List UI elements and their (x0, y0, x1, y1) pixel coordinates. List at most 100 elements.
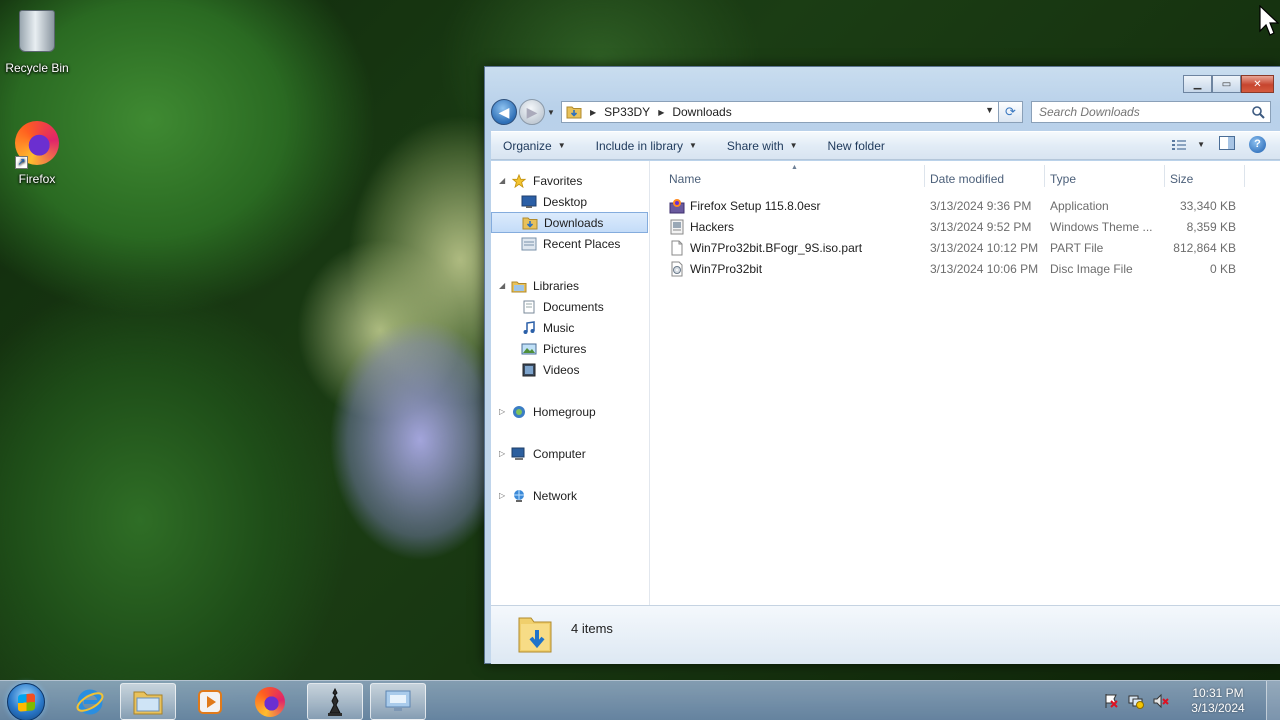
preview-pane-button[interactable] (1219, 136, 1235, 153)
taskbar-windows-explorer[interactable] (120, 683, 176, 720)
tree-item-homegroup[interactable]: ▷ Homegroup (491, 401, 649, 422)
taskbar-remote-desktop[interactable] (370, 683, 426, 720)
tree-item-favorites[interactable]: ◢ Favorites (491, 170, 649, 191)
breadcrumb-separator[interactable]: ▶ (658, 108, 664, 117)
column-divider[interactable] (1044, 165, 1045, 187)
column-header-size[interactable]: Size (1170, 166, 1193, 191)
taskbar-media-player[interactable] (182, 683, 238, 720)
help-icon[interactable]: ? (1249, 136, 1266, 153)
column-size-label: Size (1170, 171, 1194, 186)
address-dropdown-icon[interactable]: ▼ (985, 105, 994, 115)
include-in-library-button[interactable]: Include in library ▼ (596, 139, 697, 153)
column-header-name[interactable]: Name ▲ (669, 164, 924, 191)
tree-item-network[interactable]: ▷ Network (491, 485, 649, 506)
organize-label: Organize (503, 138, 552, 153)
theme-file-icon (670, 219, 684, 235)
file-size: 0 KB (1209, 262, 1236, 276)
shortcut-arrow-icon: ↗ (15, 156, 28, 169)
taskbar-chess[interactable] (307, 683, 363, 720)
tree-item-desktop[interactable]: Desktop (491, 191, 649, 212)
file-row[interactable]: Win7Pro32bit.BFogr_9S.iso.part 3/13/2024… (669, 237, 1280, 258)
tree-item-label: Desktop (543, 194, 588, 209)
minimize-button[interactable]: ▁ (1183, 75, 1212, 93)
taskbar-firefox[interactable] (242, 683, 298, 720)
share-with-label: Share with (726, 138, 784, 153)
chess-piece-icon (328, 687, 342, 716)
action-center-flag-icon[interactable] (1103, 693, 1119, 709)
file-row[interactable]: Firefox Setup 115.8.0esr 3/13/2024 9:36 … (669, 195, 1280, 216)
tree-item-downloads[interactable]: Downloads (491, 212, 648, 233)
taskbar-internet-explorer[interactable] (62, 683, 118, 720)
show-desktop-button[interactable] (1266, 681, 1280, 720)
expand-triangle-icon[interactable]: ▷ (499, 449, 505, 458)
tree-item-pictures[interactable]: Pictures (491, 338, 649, 359)
tree-item-music[interactable]: Music (491, 317, 649, 338)
start-button[interactable] (7, 683, 45, 720)
back-button[interactable]: ◀ (491, 99, 517, 125)
tree-item-label: Computer (533, 446, 586, 461)
column-name-label: Name (669, 171, 702, 186)
search-box[interactable] (1031, 101, 1271, 123)
tree-item-label: Network (533, 488, 578, 503)
file-date: 3/13/2024 10:06 PM (930, 262, 1039, 276)
pictures-icon (521, 343, 537, 354)
change-view-button[interactable]: ▼ (1171, 139, 1205, 151)
file-row[interactable]: Win7Pro32bit 3/13/2024 10:06 PM Disc Ima… (669, 258, 1280, 279)
star-icon (511, 173, 527, 188)
downloads-folder-icon (522, 217, 538, 229)
column-divider[interactable] (1164, 165, 1165, 187)
media-player-icon (198, 689, 222, 714)
recycle-bin-icon (13, 10, 61, 58)
file-name: Win7Pro32bit.BFogr_9S.iso.part (690, 241, 863, 255)
recent-pages-dropdown[interactable]: ▼ (545, 108, 557, 117)
column-header-date[interactable]: Date modified (930, 166, 1004, 191)
expand-triangle-icon[interactable]: ▷ (499, 407, 505, 416)
explorer-window[interactable]: ▁ ▭ ✕ ◀ ▶ ▼ ▶ SP33DY ▶ Downloads ▼ ⟳ Sea… (484, 66, 1280, 664)
forward-button[interactable]: ▶ (519, 99, 545, 125)
address-bar[interactable]: ▶ SP33DY ▶ Downloads ▼ (561, 101, 999, 123)
taskbar: 10:31 PM 3/13/2024 (0, 680, 1280, 720)
breadcrumb-separator[interactable]: ▶ (590, 108, 596, 117)
close-button[interactable]: ✕ (1241, 75, 1274, 93)
column-divider[interactable] (1244, 165, 1245, 187)
column-divider[interactable] (924, 165, 925, 187)
desktop-icon-recycle-bin[interactable]: Recycle Bin (0, 6, 74, 75)
firefox-installer-icon (669, 199, 685, 214)
tree-item-recent-places[interactable]: Recent Places (491, 233, 649, 254)
tree-item-label: Homegroup (533, 404, 596, 419)
column-header-type[interactable]: Type (1050, 166, 1076, 191)
tree-item-libraries[interactable]: ◢ Libraries (491, 275, 649, 296)
expand-triangle-icon[interactable]: ◢ (499, 176, 505, 185)
breadcrumb-sp33dy[interactable]: SP33DY (604, 105, 650, 119)
tree-item-documents[interactable]: Documents (491, 296, 649, 317)
folder-download-icon (566, 106, 582, 119)
organize-button[interactable]: Organize ▼ (503, 139, 566, 153)
maximize-button[interactable]: ▭ (1212, 75, 1241, 93)
item-count: 4 items (571, 621, 613, 636)
new-folder-button[interactable]: New folder (828, 139, 885, 153)
system-clock[interactable]: 10:31 PM 3/13/2024 (1178, 686, 1258, 716)
desktop-icon-firefox[interactable]: ↗ Firefox (0, 119, 74, 186)
tree-item-label: Libraries (533, 278, 580, 293)
search-input[interactable] (1039, 105, 1239, 119)
music-note-icon (523, 320, 535, 334)
network-tray-icon[interactable] (1128, 693, 1144, 709)
share-with-button[interactable]: Share with ▼ (727, 139, 798, 153)
breadcrumb-downloads[interactable]: Downloads (672, 105, 731, 119)
navigation-bar: ◀ ▶ ▼ ▶ SP33DY ▶ Downloads ▼ ⟳ (491, 99, 1274, 125)
file-list: Name ▲ Date modified Type Size Firefox S… (651, 161, 1280, 605)
expand-triangle-icon[interactable]: ◢ (499, 281, 505, 290)
expand-triangle-icon[interactable]: ▷ (499, 491, 505, 500)
tree-item-label: Pictures (543, 341, 587, 356)
include-in-library-label: Include in library (595, 138, 683, 153)
tree-item-videos[interactable]: Videos (491, 359, 649, 380)
volume-muted-icon[interactable] (1153, 693, 1169, 709)
chevron-down-icon: ▼ (557, 141, 566, 150)
window-controls: ▁ ▭ ✕ (1183, 75, 1274, 93)
file-row[interactable]: Hackers 3/13/2024 9:52 PM Windows Theme … (669, 216, 1280, 237)
tree-item-computer[interactable]: ▷ Computer (491, 443, 649, 464)
window-body: ◢ Favorites Desktop Downloads Recent Pla… (491, 161, 1280, 605)
refresh-button[interactable]: ⟳ (999, 101, 1023, 123)
disc-image-icon (671, 261, 683, 277)
preview-pane-icon (1219, 136, 1235, 150)
